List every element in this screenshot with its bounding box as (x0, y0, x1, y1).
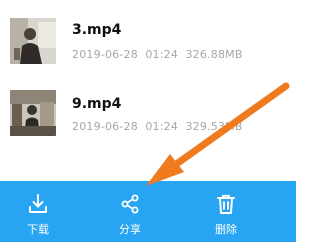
trash-icon (217, 194, 235, 214)
delete-button[interactable]: 删除 (196, 181, 256, 242)
download-label: 下载 (27, 223, 49, 236)
file-name: 9.mp4 (72, 96, 122, 112)
bottom-action-toolbar: 下载 分享 删除 (0, 181, 296, 242)
file-manager-screen: 3.mp4 2019-06-28 01:24 326.88MB 9.mp4 20… (0, 0, 296, 242)
file-date: 2019-06-28 (72, 48, 138, 61)
share-icon (121, 194, 139, 214)
share-button[interactable]: 分享 (100, 181, 160, 242)
file-date: 2019-06-28 (72, 120, 138, 133)
file-time: 01:24 (145, 120, 179, 133)
file-row-9-mp4[interactable]: 9.mp4 2019-06-28 01:24 329.53MB (0, 82, 296, 146)
file-meta: 2019-06-28 01:24 326.88MB (72, 48, 243, 61)
file-meta: 2019-06-28 01:24 329.53MB (72, 120, 243, 133)
file-size: 326.88MB (185, 48, 243, 61)
video-thumbnail-icon (10, 90, 56, 136)
video-thumbnail-image (10, 90, 56, 136)
file-name: 3.mp4 (72, 22, 122, 38)
file-size: 329.53MB (185, 120, 243, 133)
share-label: 分享 (119, 223, 141, 236)
file-row-3-mp4[interactable]: 3.mp4 2019-06-28 01:24 326.88MB (0, 10, 296, 74)
video-thumbnail-image (10, 18, 56, 64)
file-time: 01:24 (145, 48, 179, 61)
download-icon (29, 194, 47, 213)
download-button[interactable]: 下载 (8, 181, 68, 242)
video-thumbnail-icon (10, 18, 56, 64)
delete-label: 删除 (215, 223, 237, 236)
